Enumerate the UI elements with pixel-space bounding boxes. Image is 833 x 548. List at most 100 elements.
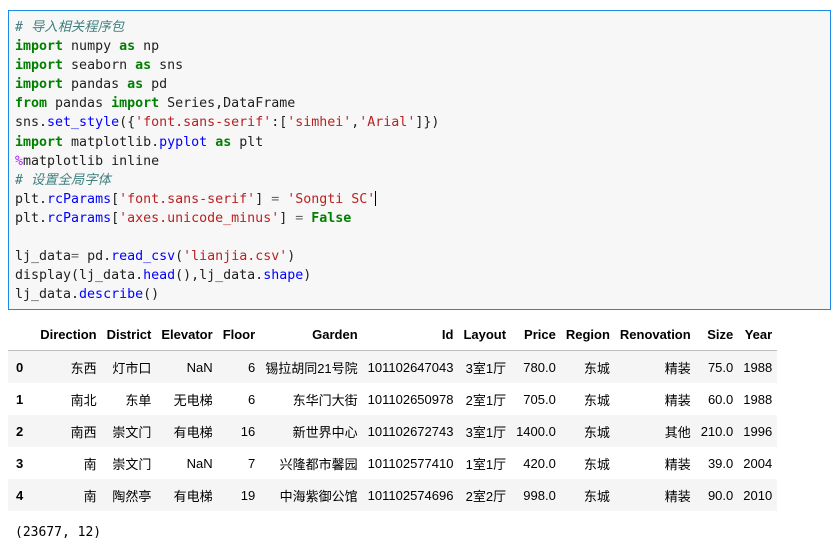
table-cell: 东城 (583, 392, 610, 408)
code-line: plt.rcParams['axes.unicode_minus'] = Fal… (15, 209, 439, 228)
column-header: Layout (458, 318, 512, 351)
code-string: 'simhei' (287, 115, 352, 131)
code-text: ({ (119, 115, 136, 131)
shape-output: (23677, 12) (15, 525, 102, 540)
row-index: 0 (16, 359, 24, 375)
code-operator: = (71, 249, 80, 265)
code-cell[interactable]: # 导入相关程序包 import numpy as np import seabor… (8, 10, 831, 310)
table-cell: 东华门大街 (292, 392, 358, 408)
table-cell: 2010 (743, 487, 773, 503)
code-text: lj_data (15, 249, 72, 265)
code-string: 'Songti SC' (287, 191, 376, 207)
code-text: display(lj_data. (15, 268, 144, 284)
code-line: import numpy as np (15, 37, 439, 56)
table-cell: 101102647043 (367, 359, 454, 375)
column-header: Elevator (156, 318, 218, 351)
table-cell: 101102574696 (367, 487, 454, 503)
code-text: pd (143, 77, 168, 93)
output-area: Direction District Elevator Floor Garden Id La… (8, 318, 778, 511)
column-header: Size (695, 318, 739, 351)
table-cell: 1996 (743, 423, 773, 439)
table-cell: 兴隆都市馨园 (279, 456, 358, 472)
code-line: lj_data= pd.read_csv('lianjia.csv') (15, 247, 439, 266)
table-cell: 南 (83, 456, 97, 472)
code-text: sns (151, 58, 184, 74)
table-cell: 精装 (664, 456, 691, 472)
code-line: # 导入相关程序包 (15, 18, 439, 37)
table-cell: 锡拉胡同21号院 (265, 360, 358, 376)
table-row: 2 南西 崇文门 有电梯 16 新世界中心 101102672743 3室1厅 1400.0 东城… (8, 415, 778, 447)
table-cell: 3室1厅 (465, 360, 507, 376)
table-cell: 998.0 (523, 487, 556, 503)
code-text: ) (303, 268, 312, 284)
row-index: 2 (16, 423, 24, 439)
row-index: 1 (16, 391, 24, 407)
table-cell: 精装 (664, 392, 691, 408)
table-row: 3 南崇文门 NaN 7 兴隆都市馨园 101102577410 1室1厅 420.0 东城 精装… (8, 447, 777, 479)
table-cell: 中海紫御公馆 (279, 488, 358, 504)
table-cell: 1988 (743, 359, 773, 375)
table-cell: 75.0 (707, 359, 734, 375)
code-keyword: from (15, 96, 48, 112)
dataframe-table: Direction District Elevator Floor Garden Id La… (8, 318, 778, 511)
code-text: np (135, 39, 160, 55)
code-string: 'Arial' (359, 115, 416, 131)
code-text: ] (255, 191, 272, 207)
table-cell: 6 (247, 359, 256, 375)
code-text: numpy (63, 39, 120, 55)
column-header: Id (362, 318, 459, 351)
table-row: 4 南陶然亭 有电梯 19 中海紫御公馆 101102574696 2室2厅 998.0 东城 精… (8, 479, 778, 511)
code-editor[interactable]: # 导入相关程序包 import numpy as np import seabor… (15, 18, 439, 304)
code-text: sns. (15, 115, 48, 131)
table-cell: 6 (247, 391, 256, 407)
column-header: Direction (35, 318, 102, 351)
code-attribute: rcParams (47, 210, 112, 226)
code-text: pandas (63, 77, 128, 93)
code-line: import seaborn as sns (15, 56, 439, 75)
column-header: Floor (217, 318, 261, 351)
table-cell: 60.0 (707, 391, 734, 407)
code-text: () (143, 287, 160, 303)
table-cell: 19 (240, 487, 256, 503)
table-cell: 780.0 (523, 359, 556, 375)
table-cell: 东城 (583, 488, 610, 504)
table-cell: 其他 (664, 424, 691, 440)
table-cell: 101102577410 (367, 455, 454, 471)
table-header-row: Direction District Elevator Floor Garden Id La… (8, 318, 778, 351)
code-attribute: read_csv (111, 249, 176, 265)
table-cell: 南北 (70, 392, 97, 408)
table-cell: 101102672743 (367, 423, 454, 439)
code-text: pd. (79, 249, 112, 265)
table-cell: 3室1厅 (465, 424, 507, 440)
code-text: seaborn (63, 58, 136, 74)
code-string: 'font.sans-serif' (135, 115, 272, 131)
code-line: # 设置全局字体 (15, 171, 439, 190)
table-cell: NaN (186, 359, 213, 375)
table-cell: 东城 (583, 424, 610, 440)
code-text: [ (111, 210, 120, 226)
code-line: %matplotlib inline (15, 152, 439, 171)
table-cell: 7 (247, 455, 256, 471)
code-attribute: pyplot (159, 134, 208, 150)
code-line: sns.set_style({'font.sans-serif':['simhe… (15, 113, 439, 132)
table-cell: 1400.0 (516, 423, 556, 439)
table-cell: 705.0 (523, 391, 556, 407)
table-cell: 精装 (664, 360, 691, 376)
code-keyword: import (15, 77, 64, 93)
code-line: import pandas as pd (15, 75, 439, 94)
code-text: ]}) (415, 115, 440, 131)
table-cell: NaN (186, 455, 213, 471)
table-cell: 东城 (583, 456, 610, 472)
code-attribute: set_style (47, 115, 120, 131)
code-attribute: rcParams (47, 191, 112, 207)
table-cell: 420.0 (523, 455, 556, 471)
code-keyword: as (127, 77, 144, 93)
code-text: [ (111, 191, 120, 207)
code-keyword: import (111, 96, 160, 112)
code-comment: # 导入相关程序包 (15, 20, 125, 35)
table-cell: 南西 (70, 424, 97, 440)
code-text: matplotlib inline (23, 153, 160, 169)
code-keyword: import (15, 39, 64, 55)
code-text: plt. (15, 210, 48, 226)
